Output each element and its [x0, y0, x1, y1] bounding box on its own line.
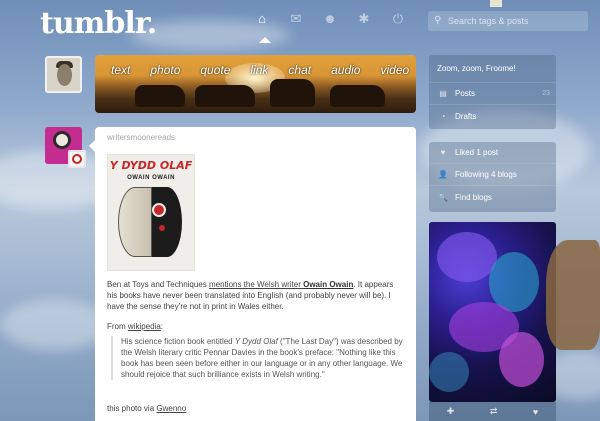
post-type-bar: text photo quote link chat audio video — [95, 55, 416, 113]
book-dot — [159, 225, 165, 231]
post-type-audio[interactable]: audio — [331, 63, 360, 77]
sidebar-item-label: Drafts — [455, 111, 477, 121]
sidebar-item-find-blogs[interactable]: 🔍 Find blogs — [429, 186, 556, 208]
heart-icon: ♥ — [440, 148, 446, 157]
reblog-icon[interactable]: ⇄ — [490, 406, 498, 417]
radar-fractal-blob — [429, 352, 469, 392]
sidebar-item-label: Find blogs — [455, 192, 492, 202]
search-input[interactable]: ⚲ Search tags & posts — [428, 11, 588, 31]
book-author: OWAIN OWAIN — [127, 175, 175, 181]
via-prefix: this photo via — [107, 404, 157, 413]
blog-panel: Zoom, zoom, Froome! ▤ Posts 23 ◔ Drafts — [429, 55, 556, 129]
post-intro: Ben at Toys and Techniques — [107, 280, 209, 289]
posts-icon: ▤ — [439, 89, 447, 98]
background-cloud — [0, 300, 110, 350]
notification-tab[interactable] — [490, 0, 502, 7]
radar-fractal-blob — [437, 232, 497, 282]
like-icon[interactable]: ♥ — [533, 407, 538, 417]
from-prefix: From — [107, 322, 128, 331]
post-type-text[interactable]: text — [111, 63, 130, 77]
post-type-video[interactable]: video — [380, 63, 409, 77]
mentions-link[interactable]: mentions the Welsh writer Owain Owain — [209, 280, 353, 289]
avatar-face — [57, 64, 72, 86]
blockquote: His science fiction book entitled Y Dydd… — [111, 336, 403, 380]
messages-icon[interactable]: ✉ — [289, 12, 303, 26]
owain-owain-link[interactable]: Owain Owain — [303, 280, 353, 289]
top-nav: ⌂ ✉ ☻ ✱ ⏻ — [255, 12, 405, 26]
post-type-photo[interactable]: photo — [150, 63, 180, 77]
background-camel — [546, 240, 600, 350]
post-type-link[interactable]: link — [250, 63, 268, 77]
post-author[interactable]: writersmoonereads — [107, 133, 175, 142]
person-icon: 👤 — [438, 170, 448, 179]
radar-post-image[interactable] — [429, 222, 556, 402]
search-icon: ⚲ — [434, 15, 442, 26]
sidebar-item-drafts[interactable]: ◔ Drafts — [429, 105, 556, 127]
quote-title: Y Dydd Olaf — [234, 337, 278, 346]
from-suffix: : — [160, 322, 164, 331]
horse-silhouette — [135, 85, 185, 107]
radar-fractal-blob — [499, 332, 544, 387]
gwenno-link[interactable]: Gwenno — [156, 404, 186, 413]
book-face-left — [118, 187, 152, 257]
sidebar-item-following[interactable]: 👤 Following 4 blogs — [429, 164, 556, 186]
drafts-icon: ◔ — [440, 111, 446, 121]
avatar-graphic — [53, 131, 71, 149]
sidebar-item-label: Liked 1 post — [455, 148, 499, 157]
radar-actions: ✚ ⇄ ♥ — [429, 402, 556, 421]
dashboard-post: writersmoonereads Y DYDD OLAF OWAIN OWAI… — [95, 127, 416, 421]
wikipedia-link[interactable]: wikipedia — [128, 322, 161, 331]
quote-part1: His science fiction book entitled — [121, 337, 235, 346]
user-avatar[interactable] — [45, 56, 82, 93]
search-placeholder: Search tags & posts — [448, 16, 529, 26]
book-eye — [152, 203, 166, 217]
blog-title-text: Zoom, zoom, Froome! — [437, 64, 516, 73]
post-type-options: text photo quote link chat audio video — [111, 63, 409, 77]
blog-title[interactable]: Zoom, zoom, Froome! — [429, 55, 556, 83]
book-face-right — [152, 187, 182, 257]
search-icon: 🔍 — [438, 192, 448, 202]
source-line: this photo via Gwenno — [107, 404, 186, 413]
sidebar-item-posts[interactable]: ▤ Posts 23 — [429, 83, 556, 105]
mentions-link-text: mentions the Welsh writer — [209, 280, 304, 289]
book-title: Y DYDD OLAF — [109, 159, 193, 172]
horse-silhouette — [195, 85, 255, 107]
horse-silhouette — [330, 85, 385, 107]
active-nav-indicator — [259, 37, 271, 43]
logout-icon[interactable]: ⏻ — [391, 12, 405, 26]
post-photo[interactable]: Y DYDD OLAF OWAIN OWAIN — [107, 154, 195, 271]
post-type-chat[interactable]: chat — [288, 63, 311, 77]
tumblr-logo[interactable]: tumblr. — [40, 6, 157, 41]
posts-count: 23 — [542, 90, 550, 97]
account-icon[interactable]: ☻ — [323, 12, 337, 26]
home-icon[interactable]: ⌂ — [255, 12, 269, 26]
follow-icon[interactable]: ✚ — [447, 406, 455, 417]
settings-icon[interactable]: ✱ — [357, 12, 371, 26]
account-panel: ♥ Liked 1 post 👤 Following 4 blogs 🔍 Fin… — [429, 142, 556, 212]
sidebar-item-label: Following 4 blogs — [455, 170, 517, 179]
reblog-avatar[interactable] — [68, 150, 86, 168]
from-line: From wikipedia: — [107, 322, 163, 331]
sidebar-item-label: Posts — [455, 89, 476, 98]
post-type-quote[interactable]: quote — [200, 63, 230, 77]
sidebar-item-likes[interactable]: ♥ Liked 1 post — [429, 142, 556, 164]
post-text: Ben at Toys and Techniques mentions the … — [107, 279, 403, 312]
spiral-icon — [72, 154, 82, 164]
horse-silhouette — [270, 79, 315, 107]
